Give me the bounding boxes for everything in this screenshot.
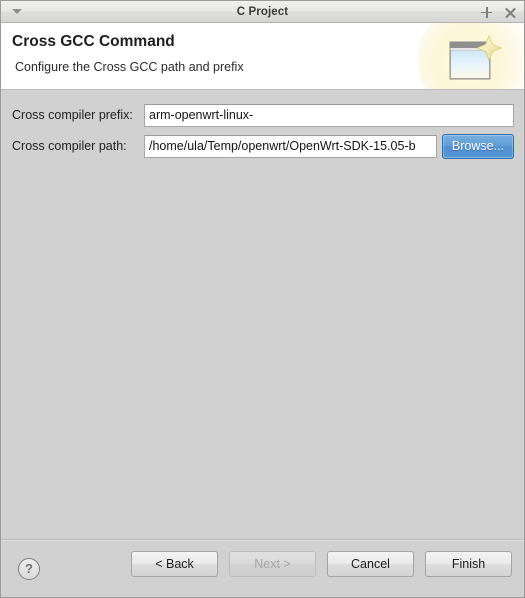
page-title: Cross GCC Command <box>12 33 175 50</box>
cancel-button[interactable]: Cancel <box>327 551 414 577</box>
maximize-icon[interactable] <box>480 6 493 19</box>
finish-button[interactable]: Finish <box>425 551 512 577</box>
wizard-window-sparkle-icon <box>449 34 502 80</box>
cross-compiler-prefix-label: Cross compiler prefix: <box>12 108 133 122</box>
dialog-window: C Project Cross GCC Command Configure th… <box>0 0 525 598</box>
title-bar: C Project <box>1 1 524 23</box>
window-title: C Project <box>236 5 289 18</box>
window-menu-button[interactable] <box>10 5 24 19</box>
dialog-button-group: < Back Next > Cancel Finish <box>131 551 512 577</box>
wizard-banner: Cross GCC Command Configure the Cross GC… <box>1 23 524 90</box>
cross-compiler-prefix-input[interactable] <box>144 103 514 127</box>
help-icon[interactable]: ? <box>18 557 40 580</box>
chevron-down-icon <box>12 9 22 14</box>
cross-compiler-path-label: Cross compiler path: <box>12 139 127 153</box>
field-row-prefix: Cross compiler prefix: <box>1 103 524 127</box>
page-subtitle: Configure the Cross GCC path and prefix <box>15 60 244 74</box>
browse-button[interactable]: Browse... <box>441 133 514 159</box>
field-row-path: Cross compiler path: Browse... <box>1 133 524 159</box>
dialog-footer: ? < Back Next > Cancel Finish <box>1 539 524 597</box>
next-button: Next > <box>229 551 316 577</box>
window-controls <box>480 1 517 23</box>
close-icon[interactable] <box>504 6 517 19</box>
cross-compiler-path-input[interactable] <box>144 134 437 158</box>
form-area: Cross compiler prefix: Cross compiler pa… <box>1 90 524 539</box>
back-button[interactable]: < Back <box>131 551 218 577</box>
